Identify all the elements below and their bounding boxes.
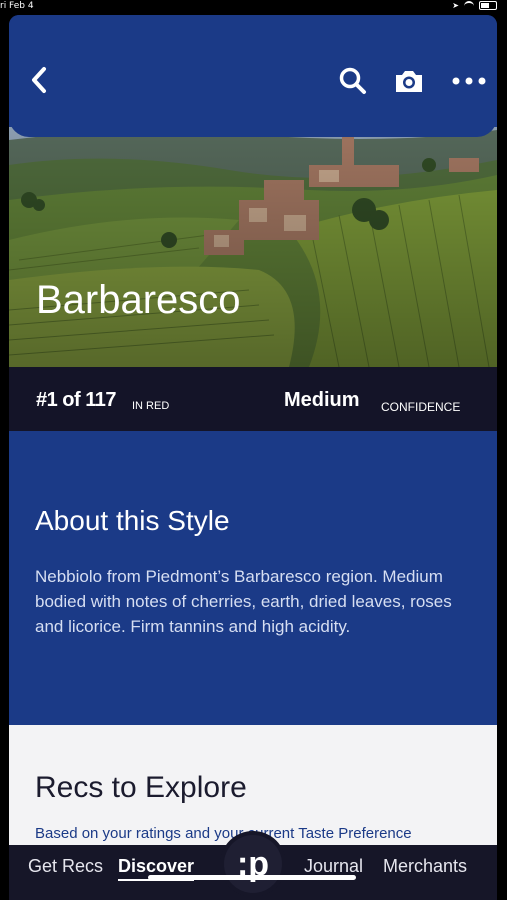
vineyard-landscape-image: [9, 120, 497, 367]
logo-p-icon: :p: [224, 835, 282, 893]
battery-icon: [479, 1, 497, 10]
search-button[interactable]: [337, 65, 369, 97]
tab-merchants[interactable]: Merchants: [383, 856, 467, 877]
tab-get-recs[interactable]: Get Recs: [28, 856, 103, 877]
status-bar: ri Feb 4 ➤: [0, 0, 507, 14]
recs-title: Recs to Explore: [35, 771, 247, 804]
about-description: Nebbiolo from Piedmont’s Barbaresco regi…: [35, 567, 452, 636]
rank-bar: #1 of 117 IN RED Medium CONFIDENCE: [9, 367, 497, 431]
wifi-icon: [464, 1, 474, 10]
confidence-label: CONFIDENCE: [381, 400, 461, 414]
style-title: Barbaresco: [36, 278, 241, 322]
more-icon: [452, 77, 486, 85]
camera-button[interactable]: [393, 65, 425, 97]
back-button[interactable]: [25, 65, 55, 95]
camera-icon: [396, 71, 422, 92]
back-arrow-icon: [32, 67, 46, 93]
location-icon: ➤: [452, 1, 459, 10]
more-options-button[interactable]: [451, 65, 487, 97]
about-section: About this Style Nebbiolo from Piedmont’…: [9, 431, 497, 725]
status-time: ri Feb 4: [0, 1, 34, 11]
rank-value: #1 of 117: [36, 389, 117, 411]
confidence-value: Medium: [284, 389, 360, 411]
about-title: About this Style: [35, 505, 230, 536]
app-screen: Barbaresco #1 of 117 IN RED Medium CONFI…: [9, 15, 497, 900]
hero-image: Barbaresco: [9, 120, 497, 367]
home-indicator: [148, 875, 356, 880]
recs-subtitle: Based on your ratings and your current T…: [35, 825, 412, 842]
rank-category: IN RED: [132, 400, 170, 412]
top-nav: [9, 15, 497, 127]
center-action-button[interactable]: :p: [220, 831, 286, 897]
bottom-tab-bar: Get Recs Discover :p Journal Merchants: [9, 831, 497, 900]
tab-journal[interactable]: Journal: [304, 856, 363, 877]
search-icon: [339, 67, 366, 94]
